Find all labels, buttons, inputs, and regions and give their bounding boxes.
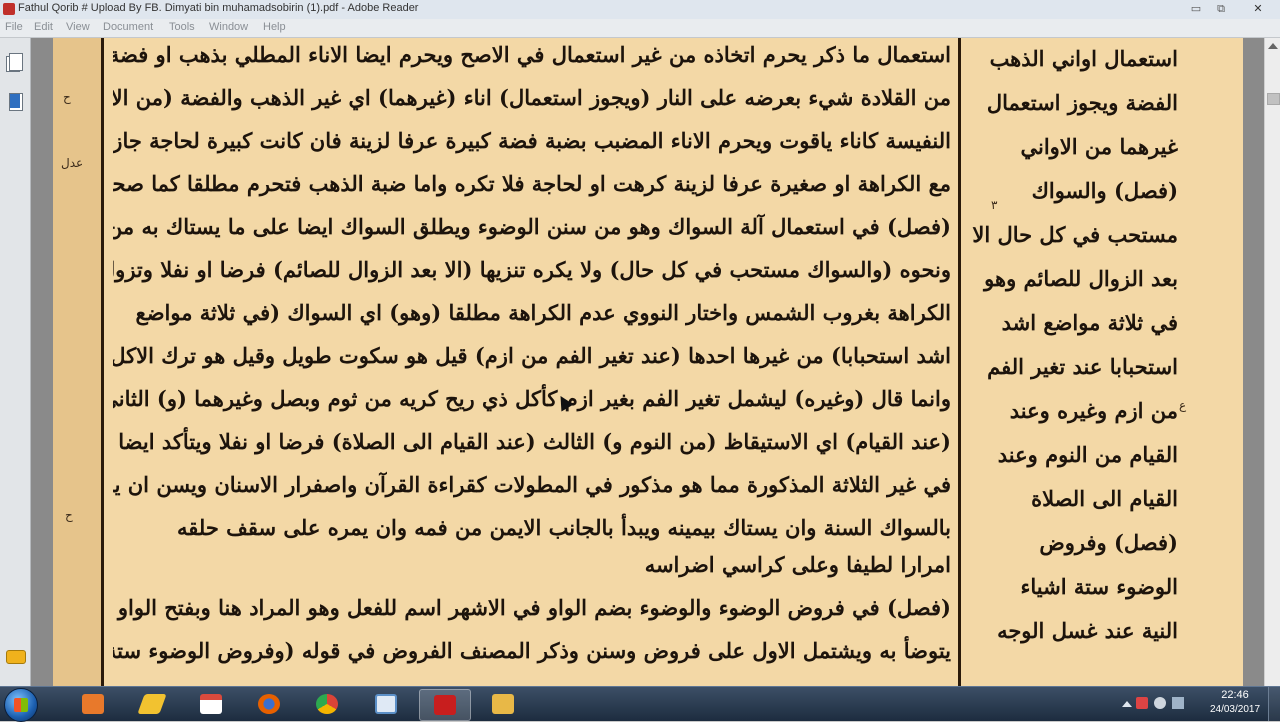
pen-icon (137, 694, 167, 714)
navigation-panel (0, 38, 31, 686)
text-line: في غير الثلاثة المذكورة مما هو مذكور في … (113, 472, 951, 497)
media-player-icon (82, 694, 104, 714)
side-text-line: استحبابا عند تغير الفم (987, 354, 1178, 379)
margin-note: ٣ (991, 198, 998, 212)
side-text-line: القيام من النوم وعند (997, 442, 1178, 467)
flag-icon[interactable] (1172, 697, 1184, 709)
menu-view[interactable]: View (66, 21, 90, 33)
network-icon[interactable] (1136, 697, 1148, 709)
pen-tool-button[interactable] (127, 689, 177, 719)
calendar-app-button[interactable] (186, 689, 236, 719)
adobe-reader-button[interactable] (419, 689, 471, 721)
windows-media-button[interactable] (68, 689, 118, 719)
show-desktop-button[interactable] (1268, 687, 1280, 721)
margin-note: ح (63, 90, 71, 104)
text-line: استعمال ما ذكر يحرم اتخاذه من غير استعما… (113, 42, 951, 67)
side-text-line: (فصل) والسواك (1031, 178, 1178, 203)
minimize-button[interactable]: ▭ (1185, 2, 1207, 16)
comment-icon[interactable] (6, 650, 26, 664)
menu-help[interactable]: Help (263, 21, 286, 33)
pdf-page: استعمال ما ذكر يحرم اتخاذه من غير استعما… (53, 38, 1243, 686)
scroll-up-icon[interactable] (1268, 43, 1278, 49)
text-line: (فصل) في استعمال آلة السواك وهو من سنن ا… (113, 214, 951, 239)
folder-icon (492, 694, 514, 714)
side-text-line: الوضوء ستة اشياء (1020, 574, 1179, 599)
title-bar: Fathul Qorib # Upload By FB. Dimyati bin… (0, 0, 1280, 20)
text-line: من القلادة شيء بعرضه على النار (ويجوز اس… (113, 85, 951, 110)
side-text-line: القيام الى الصلاة (1031, 486, 1178, 511)
side-text-column: استعمال اواني الذهب الفضة ويجوز استعمال … (966, 40, 1236, 680)
side-text-line: الفضة ويجوز استعمال (986, 90, 1178, 115)
document-viewport[interactable]: استعمال ما ذكر يحرم اتخاذه من غير استعما… (31, 38, 1264, 686)
adobe-reader-icon (3, 3, 15, 15)
text-line: الكراهة بغروب الشمس واختار النووي عدم ال… (135, 300, 951, 325)
side-text-line: غيرهما من الاواني (1020, 134, 1178, 159)
text-line: (فصل) في فروض الوضوء والوضوء بضم الواو ف… (113, 595, 951, 620)
text-line: (عند القيام) اي الاستيقاظ (من النوم و) ا… (118, 429, 951, 454)
maximize-button[interactable]: ⧉ (1210, 2, 1232, 16)
side-text-line: من ازم وغيره وعند (1009, 398, 1178, 423)
text-line: امرارا لطيفا وعلى كراسي اضراسه (644, 552, 951, 577)
text-line: اشد استحبابا) من غيرها احدها (عند تغير ا… (113, 343, 951, 368)
margin-note: عدل (61, 156, 84, 170)
menu-window[interactable]: Window (209, 21, 248, 33)
clock-time[interactable]: 22:46 (1210, 689, 1260, 701)
window-icon (375, 694, 397, 714)
clock-date[interactable]: 24/03/2017 (1202, 704, 1268, 715)
text-line: مع الكراهة او صغيرة عرفا لزينة كرهت او ل… (113, 171, 951, 196)
chrome-button[interactable] (302, 689, 352, 719)
adobe-reader-icon (434, 695, 456, 715)
text-line: يتوضأ به ويشتمل الاول على فروض وسنن وذكر… (113, 638, 951, 663)
menu-bar: File Edit View Document Tools Window Hel… (0, 19, 1280, 38)
volume-icon[interactable] (1154, 697, 1166, 709)
taskbar: 22:46 24/03/2017 (0, 686, 1280, 722)
side-text-line: النية عند غسل الوجه (997, 618, 1178, 643)
text-line: ونحوه (والسواك مستحب في كل حال) ولا يكره… (113, 257, 951, 282)
menu-file[interactable]: File (5, 21, 23, 33)
show-hidden-icons-icon[interactable] (1122, 701, 1132, 707)
firefox-icon (258, 694, 280, 714)
side-text-line: بعد الزوال للصائم وهو (984, 266, 1178, 291)
menu-document[interactable]: Document (103, 21, 153, 33)
side-text-line: (فصل) وفروض (1039, 530, 1178, 555)
text-line: بالسواك السنة وان يستاك بيمينه ويبدأ بال… (177, 515, 951, 540)
start-button[interactable] (4, 688, 38, 722)
main-text-column: استعمال ما ذكر يحرم اتخاذه من غير استعما… (113, 40, 959, 680)
text-line: النفيسة كاناء ياقوت ويحرم الاناء المضبب … (113, 128, 951, 153)
window-title: Fathul Qorib # Upload By FB. Dimyati bin… (18, 2, 419, 14)
firefox-button[interactable] (244, 689, 294, 719)
vertical-scrollbar[interactable] (1264, 38, 1280, 686)
text-line: وانما قال (وغيره) ليشمل تغير الفم بغير ا… (113, 386, 951, 411)
page-edge (53, 38, 101, 686)
side-text-line: مستحب في كل حال الا (972, 222, 1178, 247)
calendar-icon (200, 694, 222, 714)
margin-note: ع (1179, 398, 1187, 412)
scroll-thumb[interactable] (1267, 93, 1280, 105)
close-button[interactable]: ✕ (1240, 2, 1276, 16)
margin-note: ح (65, 508, 73, 522)
menu-edit[interactable]: Edit (34, 21, 53, 33)
file-explorer-button[interactable] (478, 689, 528, 719)
column-rule-left (101, 38, 104, 686)
windows-logo-icon (14, 698, 28, 712)
bookmarks-icon[interactable] (6, 92, 24, 112)
window-app-button[interactable] (361, 689, 411, 719)
side-text-line: استعمال اواني الذهب (989, 46, 1178, 71)
menu-tools[interactable]: Tools (169, 21, 195, 33)
pages-icon[interactable] (6, 52, 24, 72)
side-text-line: في ثلاثة مواضع اشد (1001, 310, 1178, 335)
chrome-icon (316, 694, 338, 714)
